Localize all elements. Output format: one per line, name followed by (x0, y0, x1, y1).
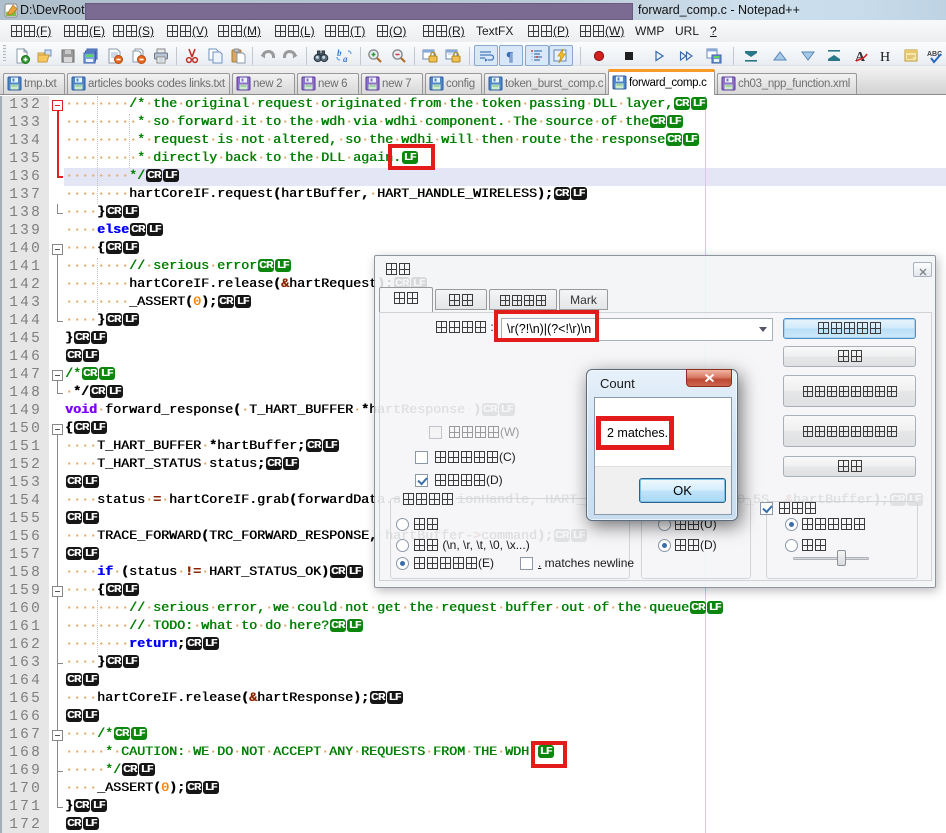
svg-text:H: H (880, 50, 890, 64)
svg-text:b: b (337, 48, 342, 58)
svg-text:¶: ¶ (506, 50, 514, 64)
svg-text:a: a (343, 54, 348, 64)
